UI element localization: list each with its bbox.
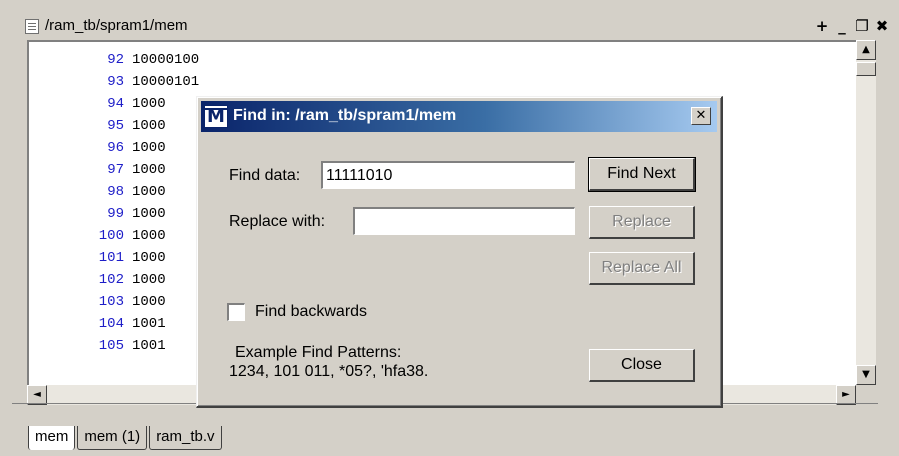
address: 104	[98, 316, 124, 332]
value: 1000	[132, 162, 166, 178]
find-dialog: M Find in: /ram_tb/spram1/mem ✕ Find dat…	[196, 96, 723, 408]
scroll-down-icon[interactable]: ▼	[856, 365, 876, 385]
value: 1000	[132, 140, 166, 156]
value: 1000	[132, 206, 166, 222]
scroll-corner	[856, 385, 876, 405]
list-item[interactable]: 93 10000101	[29, 74, 199, 94]
value: 1000	[132, 96, 166, 112]
find-backwards-label: Find backwards	[255, 303, 368, 320]
address: 101	[98, 250, 124, 266]
address: 93	[107, 74, 124, 90]
value: 1001	[132, 338, 166, 354]
list-item[interactable]: 101 1000	[29, 250, 166, 270]
address: 100	[98, 228, 124, 244]
list-item[interactable]: 100 1000	[29, 228, 166, 248]
scroll-up-icon[interactable]: ▲	[856, 40, 876, 60]
replace-with-label: Replace with:	[229, 213, 326, 230]
value: 10000100	[132, 52, 200, 68]
example-patterns: Example Find Patterns: 1234, 101 011, *0…	[229, 343, 428, 381]
find-data-label: Find data:	[229, 167, 301, 184]
address: 96	[107, 140, 124, 156]
replace-button[interactable]: Replace	[589, 206, 695, 239]
scroll-right-icon[interactable]: ►	[836, 385, 856, 405]
address: 98	[107, 184, 124, 200]
close-icon[interactable]: ✕	[691, 107, 711, 125]
tab-mem[interactable]: mem	[28, 426, 76, 450]
list-item[interactable]: 105 1001	[29, 338, 166, 358]
value: 1000	[132, 228, 166, 244]
example-text: 1234, 101 011, *05?, 'hfa38.	[229, 363, 429, 380]
window-title: /ram_tb/spram1/mem	[45, 17, 188, 34]
list-item[interactable]: 98 1000	[29, 184, 166, 204]
app-logo-icon: M	[204, 105, 228, 128]
tab-ram-tb-v[interactable]: ram_tb.v	[149, 426, 222, 450]
window-titlebar: /ram_tb/spram1/mem + _ ❐ ✖	[12, 10, 894, 40]
list-item[interactable]: 95 1000	[29, 118, 166, 138]
value: 10000101	[132, 74, 200, 90]
address: 92	[107, 52, 124, 68]
value: 1000	[132, 250, 166, 266]
find-next-button[interactable]: Find Next	[588, 157, 696, 192]
scroll-thumb[interactable]	[856, 62, 876, 76]
value: 1000	[132, 294, 166, 310]
address: 94	[107, 96, 124, 112]
list-item[interactable]: 94 1000	[29, 96, 166, 116]
dialog-titlebar[interactable]: M Find in: /ram_tb/spram1/mem ✕	[201, 101, 717, 132]
list-item[interactable]: 102 1000	[29, 272, 166, 292]
minimize-icon[interactable]: _	[833, 18, 851, 34]
list-item[interactable]: 97 1000	[29, 162, 166, 182]
replace-with-input[interactable]	[353, 207, 575, 235]
address: 97	[107, 162, 124, 178]
restore-icon[interactable]: ❐	[853, 18, 871, 34]
replace-all-button[interactable]: Replace All	[589, 252, 695, 285]
list-item[interactable]: 104 1001	[29, 316, 166, 336]
dialog-title: Find in: /ram_tb/spram1/mem	[233, 107, 457, 124]
address: 103	[98, 294, 124, 310]
document-icon	[25, 19, 39, 34]
list-item[interactable]: 99 1000	[29, 206, 166, 226]
close-icon[interactable]: ✖	[873, 18, 891, 34]
example-title: Example Find Patterns:	[235, 344, 402, 361]
value: 1000	[132, 118, 166, 134]
add-icon[interactable]: +	[813, 18, 831, 34]
address: 95	[107, 118, 124, 134]
value: 1000	[132, 272, 166, 288]
list-item[interactable]: 103 1000	[29, 294, 166, 314]
address: 105	[98, 338, 124, 354]
address: 99	[107, 206, 124, 222]
list-item[interactable]: 92 10000100	[29, 52, 199, 72]
close-button[interactable]: Close	[589, 349, 695, 382]
list-item[interactable]: 96 1000	[29, 140, 166, 160]
value: 1000	[132, 184, 166, 200]
value: 1001	[132, 316, 166, 332]
tab-strip: mem mem (1) ram_tb.v	[28, 426, 224, 450]
scroll-left-icon[interactable]: ◄	[27, 385, 47, 405]
find-backwards-checkbox[interactable]	[227, 303, 245, 321]
address: 102	[98, 272, 124, 288]
find-data-input[interactable]	[321, 161, 575, 189]
vertical-scrollbar[interactable]: ▲ ▼	[856, 40, 876, 385]
tab-mem-1[interactable]: mem (1)	[77, 426, 148, 450]
